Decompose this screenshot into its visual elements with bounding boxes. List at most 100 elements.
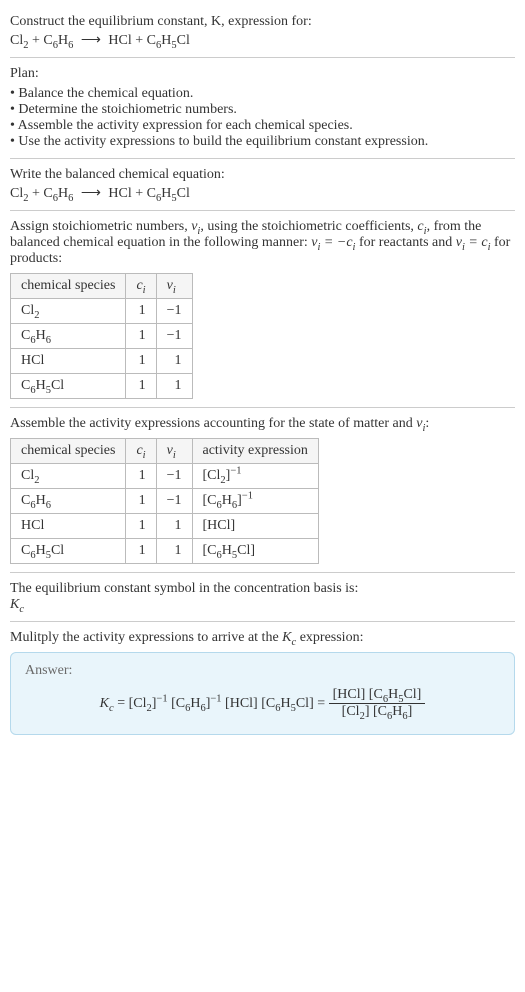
equation-inline: Cl2 + C6H6 ⟶ HCl + C6H5Cl: [10, 186, 190, 201]
text: for reactants and: [355, 235, 455, 250]
cell-ci: 1: [126, 374, 156, 399]
table-row: C6H5Cl11: [11, 374, 193, 399]
col-species: chemical species: [11, 439, 126, 464]
plan-item: Determine the stoichiometric numbers.: [10, 102, 515, 118]
table-row: C6H5Cl11[C6H5Cl]: [11, 539, 319, 564]
cell-species: C6H6: [11, 489, 126, 514]
assign-section: Assign stoichiometric numbers, νi, using…: [10, 213, 515, 405]
sub: c: [19, 604, 24, 615]
kc-flat: [Cl2]−1 [C6H6]−1 [HCl] [C6H5Cl] =: [129, 696, 329, 711]
table-row: HCl11: [11, 349, 193, 374]
K: K: [10, 597, 19, 612]
text: Assign stoichiometric numbers,: [10, 219, 191, 234]
divider: [10, 572, 515, 573]
text: Mulitply the activity expressions to arr…: [10, 630, 282, 645]
plan-list: Balance the chemical equation. Determine…: [10, 86, 515, 150]
table-header-row: chemical species ci νi: [11, 274, 193, 299]
answer-label: Answer:: [25, 663, 500, 679]
col-species: chemical species: [11, 274, 126, 299]
cell-activity: [HCl]: [192, 514, 318, 539]
cell-nui: −1: [156, 324, 192, 349]
plan-heading: Plan:: [10, 66, 515, 82]
cell-ci: 1: [126, 324, 156, 349]
col-activity: activity expression: [192, 439, 318, 464]
eq-reactants: νi = −ci: [311, 235, 355, 250]
text: expression:: [296, 630, 363, 645]
kc-symbol: Kc: [10, 597, 515, 613]
text: Assemble the activity expressions accoun…: [10, 416, 416, 431]
col-nui: νi: [156, 274, 192, 299]
intro-section: Construct the equilibrium constant, K, e…: [10, 8, 515, 55]
stoich-table-2: chemical species ci νi activity expressi…: [10, 438, 319, 564]
cell-nui: −1: [156, 299, 192, 324]
assign-text: Assign stoichiometric numbers, νi, using…: [10, 219, 515, 267]
cell-species: C6H6: [11, 324, 126, 349]
multiply-text: Mulitply the activity expressions to arr…: [10, 630, 515, 646]
text: , using the stoichiometric coefficients,: [200, 219, 417, 234]
answer-box: Answer: Kc = [Cl2]−1 [C6H6]−1 [HCl] [C6H…: [10, 652, 515, 735]
nu-symbol: νi: [191, 219, 200, 234]
col-ci: ci: [126, 439, 156, 464]
balanced-heading: Write the balanced chemical equation:: [10, 167, 515, 183]
stoich-table-1: chemical species ci νi Cl21−1 C6H61−1 HC…: [10, 273, 193, 399]
table-row: C6H61−1[C6H6]−1: [11, 489, 319, 514]
kc-fraction: [HCl] [C6H5Cl][Cl2] [C6H6]: [329, 687, 426, 720]
balanced-equation: Cl2 + C6H6 ⟶ HCl + C6H5Cl: [10, 185, 515, 202]
activity-text: Assemble the activity expressions accoun…: [10, 416, 515, 432]
col-ci: ci: [126, 274, 156, 299]
cell-nui: 1: [156, 514, 192, 539]
cell-nui: 1: [156, 374, 192, 399]
cell-species: Cl2: [11, 464, 126, 489]
fraction-denominator: [Cl2] [C6H6]: [329, 703, 426, 720]
cell-activity: [Cl2]−1: [192, 464, 318, 489]
intro-text: Construct the equilibrium constant, K, e…: [10, 14, 312, 29]
kc-symbol-text: The equilibrium constant symbol in the c…: [10, 581, 515, 597]
col-nui: νi: [156, 439, 192, 464]
cell-ci: 1: [126, 489, 156, 514]
sub: i: [143, 285, 146, 296]
sub: i: [173, 450, 176, 461]
cell-species: HCl: [11, 514, 126, 539]
divider: [10, 158, 515, 159]
cell-nui: 1: [156, 349, 192, 374]
fraction-numerator: [HCl] [C6H5Cl]: [329, 687, 426, 703]
reaction-equation: Cl2 + C6H6 ⟶ HCl + C6H5Cl: [10, 32, 515, 49]
table-row: HCl11[HCl]: [11, 514, 319, 539]
plan-section: Plan: Balance the chemical equation. Det…: [10, 60, 515, 156]
cell-ci: 1: [126, 539, 156, 564]
cell-nui: −1: [156, 464, 192, 489]
kc-symbol-section: The equilibrium constant symbol in the c…: [10, 575, 515, 619]
cell-species: HCl: [11, 349, 126, 374]
divider: [10, 621, 515, 622]
cell-species: C6H5Cl: [11, 539, 126, 564]
table-header-row: chemical species ci νi activity expressi…: [11, 439, 319, 464]
activity-section: Assemble the activity expressions accoun…: [10, 410, 515, 570]
cell-activity: [C6H6]−1: [192, 489, 318, 514]
eq-products: νi = ci: [456, 235, 491, 250]
multiply-section: Mulitply the activity expressions to arr…: [10, 624, 515, 741]
kc-expression: Kc = [Cl2]−1 [C6H6]−1 [HCl] [C6H5Cl] = […: [25, 687, 500, 720]
c-symbol: ci: [417, 219, 426, 234]
cell-species: C6H5Cl: [11, 374, 126, 399]
cell-ci: 1: [126, 349, 156, 374]
plan-item: Balance the chemical equation.: [10, 86, 515, 102]
divider: [10, 210, 515, 211]
cell-species: Cl2: [11, 299, 126, 324]
K: K: [100, 696, 109, 711]
cell-ci: 1: [126, 464, 156, 489]
sub: i: [143, 450, 146, 461]
plan-item: Assemble the activity expression for eac…: [10, 118, 515, 134]
balanced-section: Write the balanced chemical equation: Cl…: [10, 161, 515, 208]
cell-nui: 1: [156, 539, 192, 564]
cell-ci: 1: [126, 514, 156, 539]
kc-lhs: Kc: [100, 696, 114, 711]
cell-ci: 1: [126, 299, 156, 324]
equation-inline: Cl2 + C6H6 ⟶ HCl + C6H5Cl: [10, 33, 190, 48]
table-row: C6H61−1: [11, 324, 193, 349]
sub: i: [173, 285, 176, 296]
table-row: Cl21−1[Cl2]−1: [11, 464, 319, 489]
intro-line: Construct the equilibrium constant, K, e…: [10, 14, 515, 30]
K: K: [282, 630, 291, 645]
kc-inline: Kc: [282, 630, 296, 645]
table-row: Cl21−1: [11, 299, 193, 324]
